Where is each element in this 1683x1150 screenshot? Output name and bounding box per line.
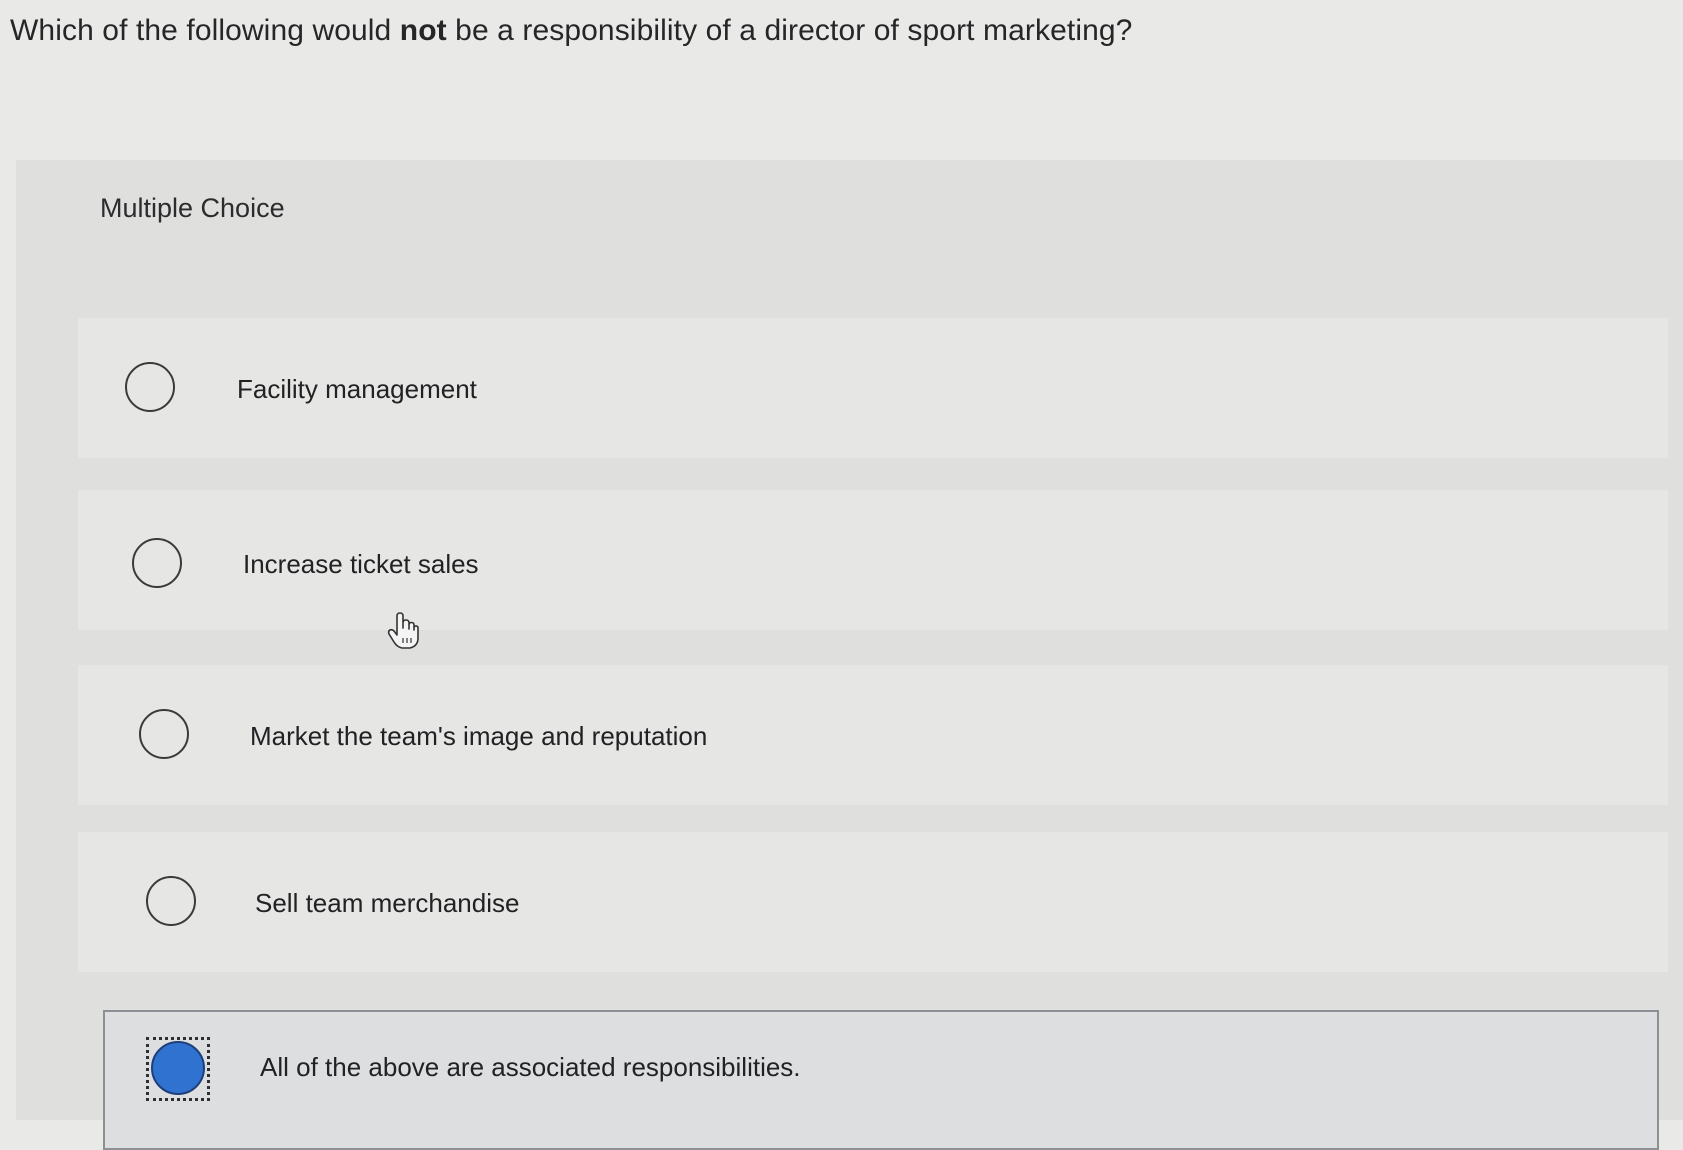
question-suffix: be a responsibility of a director of spo… xyxy=(446,14,1133,47)
radio-button-market-team-image[interactable] xyxy=(139,709,189,759)
answer-panel xyxy=(16,160,1683,1120)
question-text: Which of the following would not be a re… xyxy=(10,14,1132,48)
option-label-sell-team-merchandise: Sell team merchandise xyxy=(255,888,520,918)
radio-button-facility-management[interactable] xyxy=(125,362,175,412)
option-label-all-of-the-above: All of the above are associated responsi… xyxy=(260,1052,801,1082)
hand-pointer-icon xyxy=(386,612,420,650)
radio-button-sell-team-merchandise[interactable] xyxy=(146,876,196,926)
option-label-increase-ticket-sales: Increase ticket sales xyxy=(243,549,479,579)
option-label-market-team-image: Market the team's image and reputation xyxy=(250,721,708,751)
question-emphasis: not xyxy=(399,14,447,47)
question-prefix: Which of the following would xyxy=(10,14,400,47)
radio-button-increase-ticket-sales[interactable] xyxy=(132,538,182,588)
multiple-choice-label: Multiple Choice xyxy=(100,193,285,223)
option-label-facility-management: Facility management xyxy=(237,374,477,404)
radio-button-all-of-the-above-selected[interactable] xyxy=(151,1041,205,1095)
